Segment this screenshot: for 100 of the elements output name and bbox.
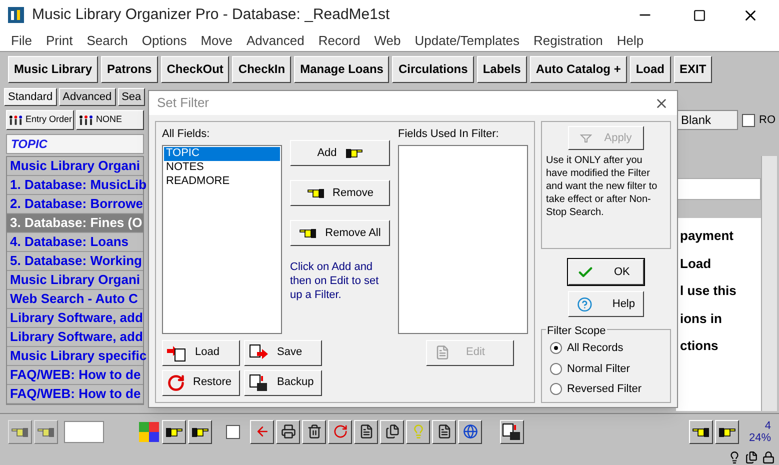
funnel-icon [580, 133, 592, 143]
move-button[interactable]: Remove All [290, 220, 390, 246]
topic-row[interactable]: 3. Database: Fines (O [7, 214, 143, 233]
ro-checkbox[interactable] [742, 114, 755, 126]
radio-button[interactable] [550, 362, 562, 375]
document-icon [436, 424, 452, 439]
toolbar-button[interactable] [688, 420, 713, 444]
view-tab[interactable]: Standard [4, 88, 57, 106]
menu-item[interactable]: Move [194, 30, 240, 50]
document-disk-icon [249, 374, 269, 392]
pointing-hand-icon [299, 227, 318, 239]
window-title: Music Library Organizer Pro - Database: _ReadMe1st [32, 4, 390, 25]
filter-fields-list[interactable] [398, 144, 528, 334]
move-button[interactable]: Remove [290, 180, 390, 206]
toolbar-button[interactable]: Labels [476, 56, 527, 82]
refresh-icon [332, 424, 348, 439]
toolbar-button[interactable] [276, 420, 300, 444]
record-number: 4 [764, 420, 771, 432]
toolbar-button[interactable] [302, 420, 326, 444]
view-tab[interactable]: Sea [118, 88, 146, 106]
pointing-hand-icon [718, 426, 736, 438]
topic-row[interactable]: Music Library Organi [7, 271, 143, 290]
field-label: Fields Used In Filter: [398, 127, 500, 142]
app-icon [8, 7, 24, 23]
documents-icon [384, 424, 400, 439]
toolbar-button[interactable] [714, 420, 739, 444]
notes-text: ctions [680, 337, 720, 355]
file-button[interactable]: Save [244, 340, 322, 366]
toolbar-button[interactable] [380, 420, 404, 444]
toolbar-button[interactable]: EXIT [674, 56, 712, 82]
topic-row[interactable]: FAQ/WEB: How to de [7, 366, 143, 385]
toolbar-button[interactable] [500, 420, 524, 444]
topic-row[interactable]: FAQ/WEB: How to de [7, 385, 143, 404]
checkbox[interactable] [226, 424, 240, 438]
toolbar-button[interactable] [250, 420, 274, 444]
ok-button[interactable]: OK [568, 259, 644, 285]
help-button[interactable]: Help [568, 291, 644, 317]
text-field[interactable] [64, 420, 104, 442]
field-item[interactable]: READMORE [164, 174, 280, 188]
toolbar-button[interactable] [354, 420, 378, 444]
progress-percent: 24% [748, 432, 771, 444]
file-button[interactable]: Load [162, 340, 240, 366]
toolbar-button[interactable] [406, 420, 430, 444]
document-icon [358, 424, 374, 439]
blocks-icon[interactable] [138, 420, 160, 442]
toolbar-button[interactable]: Manage Loans [294, 56, 390, 82]
toolbar-button[interactable] [162, 420, 186, 444]
menu-item[interactable]: Help [610, 30, 651, 50]
all-fields-list[interactable]: TOPIC NOTES READMORE [162, 144, 282, 334]
maximize-icon[interactable] [693, 8, 706, 22]
file-button[interactable]: Backup [244, 370, 322, 396]
menu-item[interactable]: Record [311, 30, 368, 50]
document-disk-icon [502, 422, 522, 440]
menu-item[interactable]: File [4, 30, 39, 50]
toolbar-button[interactable] [432, 420, 456, 444]
menu-item[interactable]: Registration [526, 30, 610, 50]
pointing-hand-icon [306, 187, 325, 199]
toolbar-button[interactable]: Patrons [101, 56, 158, 82]
sort-button[interactable]: Entry Order [6, 110, 74, 130]
toolbar-button[interactable]: Load [630, 56, 671, 82]
restore-icon [167, 374, 185, 392]
file-button[interactable]: Restore [162, 370, 240, 396]
toolbar-button[interactable]: CheckIn [232, 56, 292, 82]
topic-row[interactable]: 5. Database: Working [7, 252, 143, 271]
radio-label: All Records [567, 341, 624, 356]
help-icon [577, 296, 592, 312]
radio-button[interactable] [550, 383, 562, 396]
pointing-hand-icon [37, 426, 55, 438]
menu-item[interactable]: Print [38, 30, 80, 50]
topic-row[interactable]: Library Software, add [7, 328, 143, 347]
text-field[interactable]: Blank [676, 110, 738, 130]
field-item[interactable]: TOPIC [164, 146, 280, 160]
toolbar-button[interactable] [328, 420, 352, 444]
pointing-hand-icon [11, 426, 29, 438]
menu-item[interactable]: Advanced [240, 30, 312, 50]
text-field[interactable] [676, 178, 761, 200]
topic-row[interactable]: Library Software, add [7, 309, 143, 328]
toolbar-button[interactable] [188, 420, 212, 444]
notes-text: payment [680, 227, 734, 245]
menu-item[interactable]: Web [367, 30, 408, 50]
scrollbar[interactable] [761, 156, 777, 411]
menu-item[interactable]: Options [134, 30, 194, 50]
toolbar-button[interactable]: Auto Catalog + [530, 56, 627, 82]
topic-row[interactable]: 4. Database: Loans [7, 233, 143, 252]
field-item[interactable]: NOTES [164, 160, 280, 174]
radio-label: Reversed Filter [567, 382, 642, 397]
move-button[interactable]: Add [290, 140, 390, 166]
group-title: Filter Scope [546, 323, 607, 340]
menu-item[interactable]: Search [80, 30, 135, 50]
toolbar-button[interactable]: Music Library [8, 56, 98, 82]
view-tab[interactable]: Advanced [58, 88, 116, 106]
toolbar-button[interactable]: CheckOut [160, 56, 230, 82]
sort-button[interactable]: NONE [76, 110, 144, 130]
column-header: TOPIC [6, 134, 144, 154]
toolbar-button[interactable] [458, 420, 482, 444]
radio-button[interactable] [550, 342, 562, 354]
topic-row[interactable]: Web Search - Auto C [7, 290, 143, 309]
menu-item[interactable]: Update/Templates [408, 30, 527, 50]
toolbar-button[interactable]: Circulations [392, 56, 474, 82]
topic-row[interactable]: Music Library Organi [7, 157, 143, 176]
